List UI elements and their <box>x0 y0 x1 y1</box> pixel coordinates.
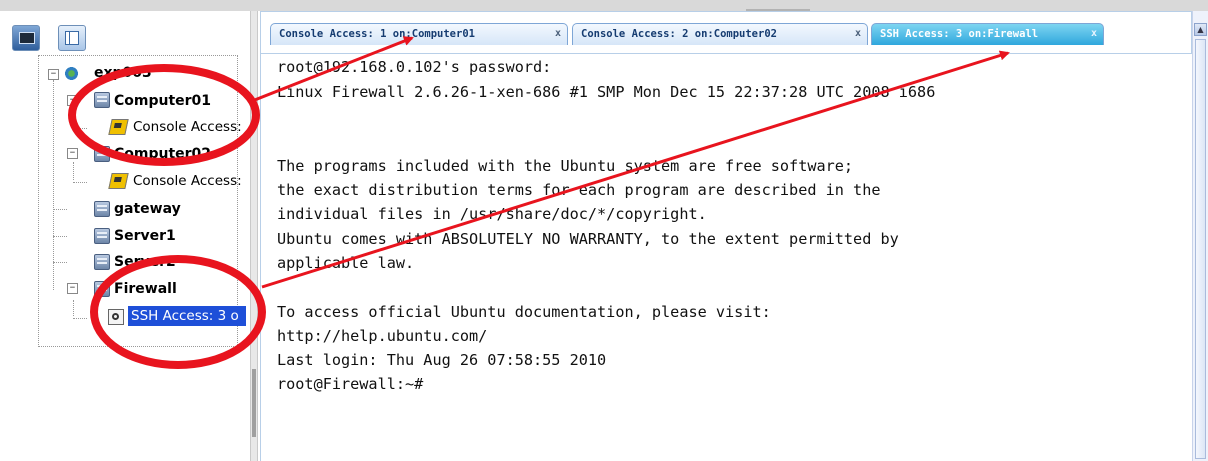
tree-item-root[interactable]: exp003 <box>94 63 152 83</box>
tree-item-computer01-console[interactable]: Console Access: <box>133 117 242 137</box>
tree-item-computer02-console[interactable]: Console Access: <box>133 171 242 191</box>
expand-toggle-root[interactable]: − <box>48 69 59 80</box>
close-icon[interactable]: x <box>1091 24 1097 44</box>
terminal-line: Linux Firewall 2.6.26-1-xen-686 #1 SMP M… <box>277 83 936 101</box>
network-icon <box>64 66 79 81</box>
expand-toggle-computer02[interactable]: − <box>67 148 78 159</box>
tree-item-firewall-ssh[interactable]: SSH Access: 3 o <box>128 306 246 326</box>
splitter-thumb[interactable] <box>252 369 256 437</box>
tree-item-server1[interactable]: Server1 <box>114 226 176 246</box>
topology-tree: − exp003 − Computer01 Console Access: − … <box>0 0 250 450</box>
terminal-output[interactable]: root@192.168.0.102's password: Linux Fir… <box>260 54 1193 461</box>
tree-item-computer01[interactable]: Computer01 <box>114 91 211 111</box>
terminal-line: individual files in /usr/share/doc/*/cop… <box>277 205 707 223</box>
server-icon <box>94 201 110 217</box>
tab-console-2[interactable]: Console Access: 2 on:Computer02 x <box>572 23 868 45</box>
tab-label: SSH Access: 3 on:Firewall <box>880 28 1039 40</box>
scroll-thumb[interactable] <box>1195 39 1206 459</box>
terminal-line: Ubuntu comes with ABSOLUTELY NO WARRANTY… <box>277 230 899 248</box>
ssh-access-icon <box>108 309 124 325</box>
tree-item-computer02[interactable]: Computer02 <box>114 144 211 164</box>
close-icon[interactable]: x <box>855 24 861 44</box>
tree-item-firewall[interactable]: Firewall <box>114 279 177 299</box>
server-icon <box>94 281 110 297</box>
terminal-line: root@192.168.0.102's password: <box>277 58 552 76</box>
terminal-line: Last login: Thu Aug 26 07:58:55 2010 <box>277 351 607 369</box>
terminal-line: applicable law. <box>277 254 415 272</box>
terminal-line: The programs included with the Ubuntu sy… <box>277 157 854 175</box>
server-icon <box>94 92 110 108</box>
scroll-up-icon[interactable]: ▲ <box>1194 23 1207 36</box>
server-icon <box>94 228 110 244</box>
tree-item-gateway[interactable]: gateway <box>114 199 181 219</box>
server-icon <box>94 146 110 162</box>
tab-ssh-3[interactable]: SSH Access: 3 on:Firewall x <box>871 23 1104 45</box>
terminal-line: http://help.ubuntu.com/ <box>277 327 488 345</box>
terminal-line: root@Firewall:~# <box>277 375 424 393</box>
expand-toggle-firewall[interactable]: − <box>67 283 78 294</box>
tab-console-1[interactable]: Console Access: 1 on:Computer01 x <box>270 23 568 45</box>
tree-item-server2[interactable]: Server2 <box>114 252 176 272</box>
expand-toggle-computer01[interactable]: − <box>67 95 78 106</box>
terminal-line: the exact distribution terms for each pr… <box>277 181 881 199</box>
server-icon <box>94 254 110 270</box>
console-access-icon <box>108 119 129 135</box>
panel-splitter[interactable] <box>250 11 258 461</box>
terminal-line: To access official Ubuntu documentation,… <box>277 303 771 321</box>
console-access-icon <box>108 173 129 189</box>
close-icon[interactable]: x <box>555 24 561 44</box>
tab-label: Console Access: 2 on:Computer02 <box>581 28 777 40</box>
vertical-scrollbar[interactable]: ▲ <box>1192 11 1208 461</box>
tab-label: Console Access: 1 on:Computer01 <box>279 28 475 40</box>
